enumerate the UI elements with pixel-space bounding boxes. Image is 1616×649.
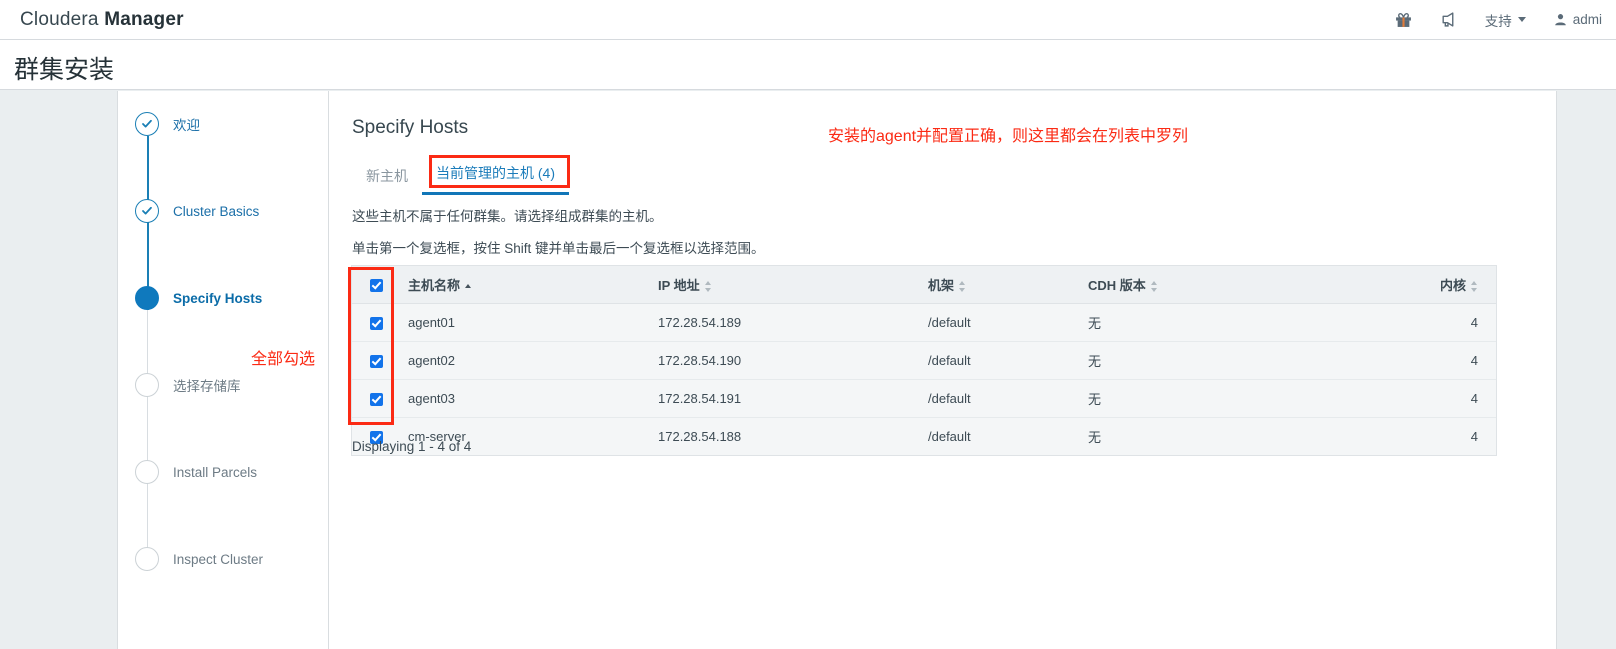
tab-new-hosts[interactable]: 新主机 [352, 162, 422, 195]
cell-cores: 4 [1378, 417, 1496, 455]
step-check-icon [135, 112, 159, 136]
cell-cdh-version: 无 [1078, 341, 1378, 380]
annotation-checkbox-note: 全部勾选 [251, 351, 316, 368]
cell-ip: 172.28.54.190 [648, 341, 918, 380]
step-empty-circle-icon [135, 460, 159, 484]
brand-bold: Manager [104, 8, 184, 30]
header-rack-label: 机架 [928, 278, 955, 293]
table-row[interactable]: agent01 172.28.54.189 /default 无 4 [352, 303, 1496, 342]
support-label: 支持 [1484, 13, 1512, 29]
page-title-bar: 群集安装 [0, 40, 1616, 90]
cell-cores: 4 [1378, 341, 1496, 380]
sidebar-item-inspect-cluster[interactable]: Inspect Cluster [135, 547, 263, 571]
user-menu[interactable]: admi [1540, 0, 1616, 39]
cell-ip: 172.28.54.188 [648, 417, 918, 455]
sort-icon [959, 281, 966, 293]
sidebar-item-specify-hosts[interactable]: Specify Hosts [135, 286, 262, 310]
sidebar-item-label: 欢迎 [173, 118, 200, 133]
annotation-top-note: 安装的agent并配置正确，则这里都会在列表中罗列 [828, 128, 1189, 145]
annotation-box-active-tab [429, 155, 570, 188]
cell-cdh-version: 无 [1078, 417, 1378, 455]
chevron-down-icon [1517, 17, 1526, 22]
sort-icon [1150, 281, 1158, 293]
sidebar-item-label: Inspect Cluster [173, 551, 264, 567]
sidebar-item-label: Specify Hosts [173, 290, 263, 306]
cell-rack: /default [918, 341, 1078, 380]
note-line-1: 这些主机不属于任何群集。请选择组成群集的主机。 [352, 209, 663, 224]
cell-rack: /default [918, 417, 1078, 455]
top-navbar: Cloudera Manager 支持 admi [0, 0, 1616, 40]
cell-cores: 4 [1378, 379, 1496, 418]
cell-rack: /default [918, 303, 1078, 342]
note-line-2: 单击第一个复选框，按住 Shift 键并单击最后一个复选框以选择范围。 [352, 241, 765, 256]
cell-hostname: agent02 [398, 341, 648, 380]
cell-cdh-version: 无 [1078, 303, 1378, 342]
sidebar-item-label: Install Parcels [173, 464, 258, 480]
header-cdh-version-label: CDH 版本 [1088, 278, 1146, 293]
user-name-label: admi [1572, 12, 1602, 27]
cell-rack: /default [918, 379, 1078, 418]
header-rack[interactable]: 机架 [918, 266, 1078, 304]
sidebar-item-cluster-basics[interactable]: Cluster Basics [135, 199, 259, 223]
announcement-icon-button[interactable] [1426, 0, 1471, 39]
cell-ip: 172.28.54.191 [648, 379, 918, 418]
step-active-dot-icon [135, 286, 159, 310]
section-title: Specify Hosts [352, 117, 469, 138]
annotation-box-checkbox-column [348, 267, 394, 425]
gift-icon [1395, 11, 1412, 28]
cell-hostname: agent03 [398, 379, 648, 418]
cell-hostname: agent01 [398, 303, 648, 342]
table-row[interactable]: cm-server 172.28.54.188 /default 无 4 [352, 417, 1496, 455]
table-row[interactable]: agent02 172.28.54.190 /default 无 4 [352, 341, 1496, 380]
table-header-row: 主机名称 IP 地址 机架 CDH 版本 内核 [352, 266, 1496, 304]
step-check-icon [135, 199, 159, 223]
step-empty-circle-icon [135, 547, 159, 571]
hosts-table-container: 主机名称 IP 地址 机架 CDH 版本 内核 agent01 172.28.5… [351, 265, 1497, 456]
header-cores[interactable]: 内核 [1378, 266, 1496, 304]
sidebar-item-label: 选择存储库 [173, 379, 241, 394]
cell-cores: 4 [1378, 303, 1496, 342]
header-hostname-label: 主机名称 [408, 278, 461, 293]
announcement-icon [1440, 11, 1457, 28]
hosts-table-head: 主机名称 IP 地址 机架 CDH 版本 内核 [352, 266, 1496, 304]
header-ip-label: IP 地址 [658, 278, 700, 293]
page-title: 群集安装 [14, 56, 115, 84]
sort-icon [704, 281, 712, 293]
header-hostname[interactable]: 主机名称 [398, 266, 648, 304]
table-row[interactable]: agent03 172.28.54.191 /default 无 4 [352, 379, 1496, 418]
header-ip[interactable]: IP 地址 [648, 266, 918, 304]
cell-ip: 172.28.54.189 [648, 303, 918, 342]
user-icon [1554, 13, 1567, 26]
wizard-steps: 欢迎 Cluster Basics Specify Hosts 选择存储库 In… [118, 91, 329, 649]
hosts-table: 主机名称 IP 地址 机架 CDH 版本 内核 agent01 172.28.5… [352, 266, 1496, 455]
brand-prefix: Cloudera [20, 8, 105, 30]
displaying-count: Displaying 1 - 4 of 4 [352, 439, 472, 454]
sort-ascending-icon [465, 281, 472, 292]
header-cdh-version[interactable]: CDH 版本 [1078, 266, 1378, 304]
cell-cdh-version: 无 [1078, 379, 1378, 418]
sidebar-item-select-repository[interactable]: 选择存储库 [135, 373, 241, 397]
support-menu[interactable]: 支持 [1471, 0, 1540, 39]
gift-icon-button[interactable] [1381, 0, 1426, 39]
header-cores-label: 内核 [1439, 278, 1466, 293]
sort-icon [1471, 281, 1478, 293]
main-panel: 欢迎 Cluster Basics Specify Hosts 选择存储库 In… [117, 91, 1557, 649]
sidebar-item-label: Cluster Basics [173, 203, 260, 219]
sidebar-item-welcome[interactable]: 欢迎 [135, 112, 200, 136]
app-brand[interactable]: Cloudera Manager [20, 9, 184, 31]
hosts-table-body: agent01 172.28.54.189 /default 无 4 agent… [352, 303, 1496, 455]
sidebar-item-install-parcels[interactable]: Install Parcels [135, 460, 257, 484]
step-empty-circle-icon [135, 373, 159, 397]
navbar-right-group: 支持 admi [1381, 0, 1616, 39]
